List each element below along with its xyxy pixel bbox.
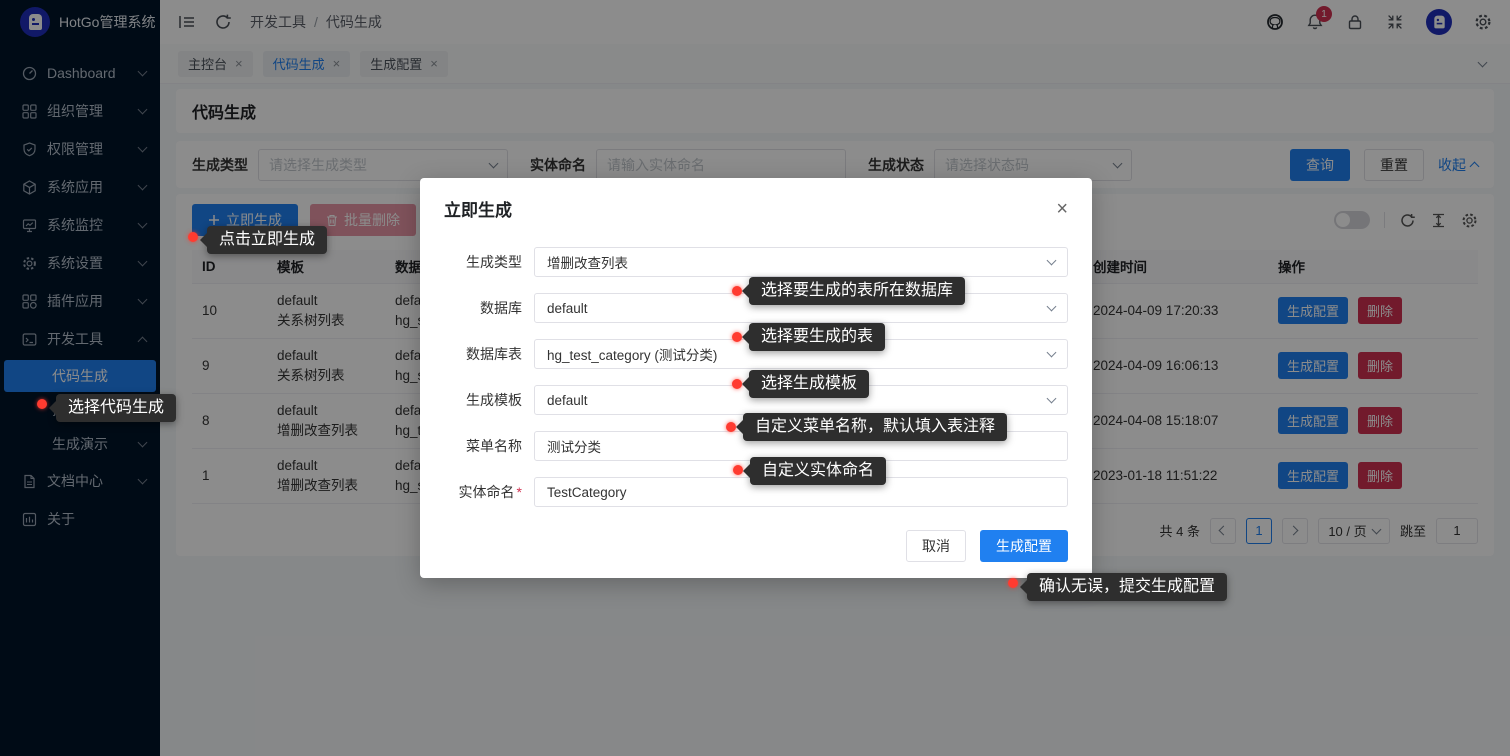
select-value: 增删改查列表 <box>547 252 628 272</box>
field-menu-name-label: 菜单名称 <box>444 436 522 456</box>
chevron-down-icon <box>1047 348 1057 358</box>
chevron-down-icon <box>1047 394 1057 404</box>
tour-tooltip: 选择要生成的表所在数据库 <box>749 277 965 305</box>
field-gen-type-label: 生成类型 <box>444 252 522 272</box>
select-value: default <box>547 393 588 408</box>
tour-dot <box>1008 578 1018 588</box>
tour-tooltip: 点击立即生成 <box>207 226 327 254</box>
tour-dot <box>37 399 47 409</box>
chevron-down-icon <box>1047 256 1057 266</box>
modal-close-icon[interactable]: × <box>1056 199 1068 219</box>
tour-tooltip: 选择代码生成 <box>56 394 176 422</box>
gen-type-select[interactable]: 增删改查列表 <box>534 247 1068 277</box>
select-value: default <box>547 301 588 316</box>
chevron-down-icon <box>1047 302 1057 312</box>
tour-dot <box>732 286 742 296</box>
tour-dot <box>726 422 736 432</box>
field-database-label: 数据库 <box>444 298 522 318</box>
required-asterisk: * <box>517 484 522 500</box>
tour-tooltip: 确认无误，提交生成配置 <box>1027 573 1227 601</box>
tour-tooltip: 自定义实体命名 <box>750 457 886 485</box>
modal-cancel-button[interactable]: 取消 <box>906 530 966 562</box>
modal-submit-button[interactable]: 生成配置 <box>980 530 1068 562</box>
tour-dot <box>733 465 743 475</box>
field-db-table-label: 数据库表 <box>444 344 522 364</box>
tour-tooltip: 自定义菜单名称，默认填入表注释 <box>743 413 1007 441</box>
field-entity-name-label: 实体命名* <box>444 482 522 502</box>
select-value: hg_test_category (测试分类) <box>547 344 717 364</box>
tour-dot <box>188 232 198 242</box>
tour-dot <box>732 332 742 342</box>
tour-tooltip: 选择生成模板 <box>749 370 869 398</box>
modal-title: 立即生成 <box>444 196 512 221</box>
tour-dot <box>732 379 742 389</box>
entity-name-modal-input[interactable] <box>547 485 1055 500</box>
tour-tooltip: 选择要生成的表 <box>749 323 885 351</box>
field-template-label: 生成模板 <box>444 390 522 410</box>
